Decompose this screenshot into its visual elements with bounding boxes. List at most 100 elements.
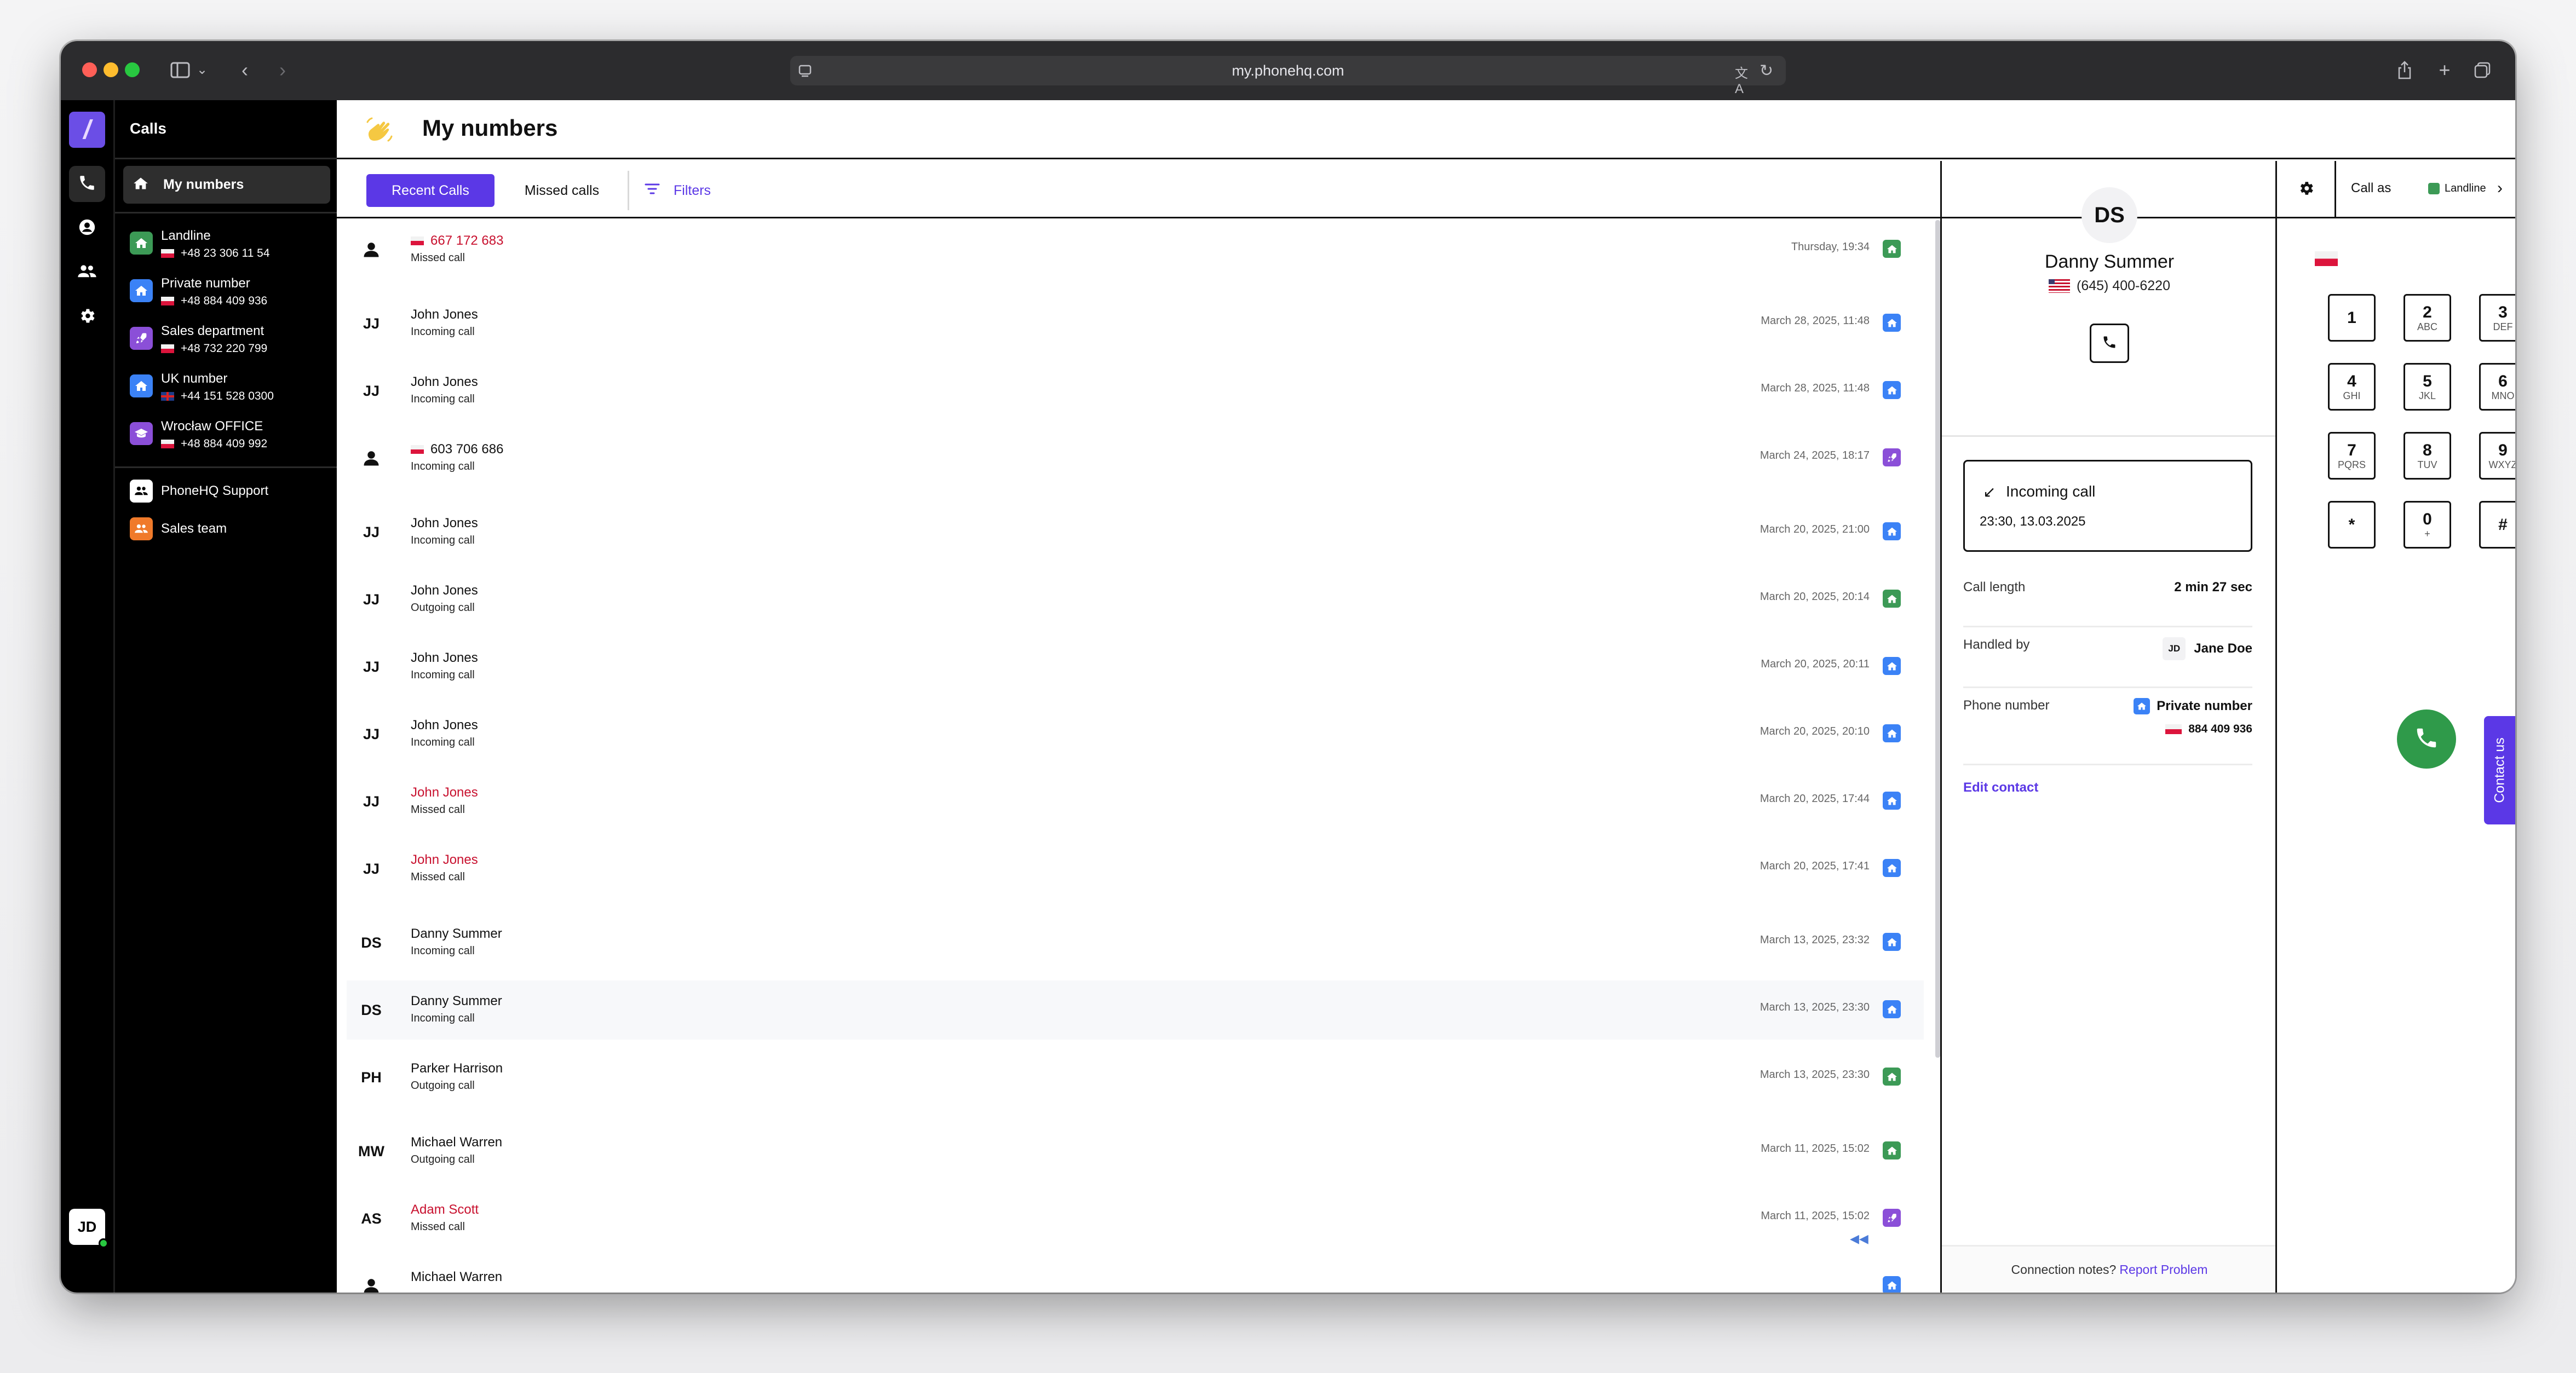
address-bar[interactable]: my.phonehq.com 文A ↻ [790,56,1786,96]
dial-key-digit: 6 [2498,372,2508,390]
home-icon [2134,698,2150,714]
call-list[interactable]: 667 172 683 Missed call Thursday, 19:34 JJ J… [337,220,1940,1293]
sidebar-number-landline[interactable]: Landline +48 23 306 11 54 [130,228,332,268]
dial-key[interactable]: 0 + [2404,501,2451,549]
dial-key[interactable]: 9 WXYZ [2479,432,2515,480]
forward-icon[interactable]: › [273,57,292,82]
dial-key[interactable]: 2 ABC [2404,294,2451,342]
caller-name: Michael Warren [411,1135,502,1150]
number-name: Wrocław OFFICE [161,419,263,434]
phonehq-logo[interactable]: / [69,112,105,148]
dial-key[interactable]: 1 [2328,294,2376,342]
call-row[interactable]: JJ John Jones Incoming call March 28, 2025,… [347,294,1924,353]
minimize-window-button[interactable] [104,62,118,77]
dial-key[interactable]: 5 JKL [2404,363,2451,411]
waving-hand-icon [363,113,396,146]
sidebar-toggle-icon[interactable] [168,57,192,82]
call-row[interactable]: DS Danny Summer Incoming call March 13, 202… [347,980,1924,1040]
caller-name-text: John Jones [411,650,478,665]
new-tab-icon[interactable]: + [2435,57,2454,82]
dial-call-button[interactable] [2397,709,2456,769]
contacts-nav-button[interactable] [69,210,105,246]
report-problem-link[interactable]: Report Problem [2119,1262,2207,1277]
dial-key[interactable]: 4 GHI [2328,363,2376,411]
call-row[interactable]: JJ John Jones Incoming call March 20, 2025,… [347,637,1924,696]
tab-overview-icon[interactable] [2473,57,2492,82]
dial-key[interactable]: 8 TUV [2404,432,2451,480]
translate-icon[interactable]: 文A [1735,62,1753,96]
call-row[interactable]: JJ John Jones Incoming call March 20, 2025,… [347,503,1924,562]
call-status: Incoming call [411,534,475,546]
settings-nav-button[interactable] [69,299,105,335]
incoming-arrow-icon: ↙ [1983,483,1996,500]
call-row[interactable]: JJ John Jones Incoming call March 28, 2025,… [347,361,1924,420]
dial-key[interactable]: 7 PQRS [2328,432,2376,480]
team-nav-button[interactable] [69,255,105,291]
tab-recent-calls[interactable]: Recent Calls [366,174,495,207]
sidebar-group-phonehq-support[interactable]: PhoneHQ Support [130,478,332,504]
call-row[interactable]: 667 172 683 Missed call Thursday, 19:34 [347,220,1924,279]
dialer-settings-button[interactable] [2277,161,2336,218]
voicemail-icon[interactable]: ◀◀ [1850,1232,1868,1245]
call-row[interactable]: JJ John Jones Missed call March 20, 2025, 1… [347,839,1924,898]
back-icon[interactable]: ‹ [235,57,255,82]
call-row[interactable]: AS Adam Scott Missed call March 11, 2025, 1… [347,1189,1924,1248]
contact-us-tab[interactable]: Contact us [2484,716,2515,824]
dial-key[interactable]: 6 MNO [2479,363,2515,411]
dial-key-digit: 9 [2498,441,2508,459]
call-row[interactable]: MW Michael Warren Outgoing call March 11, 2… [347,1122,1924,1181]
share-icon[interactable] [2395,57,2414,82]
call-status: Incoming call [411,945,475,957]
sidebar-number-wroclaw-office[interactable]: Wrocław OFFICE +48 884 409 992 [130,419,332,458]
chevron-right-icon[interactable]: › [2497,179,2503,198]
caller-name: Danny Summer [411,926,502,942]
call-status: Incoming call [411,326,475,338]
poland-flag-icon [161,297,174,305]
sidebar-group-sales-team[interactable]: Sales team [130,516,332,542]
handled-by-label: Handled by [1963,637,2030,652]
call-row[interactable]: JJ John Jones Missed call March 20, 2025, 1… [347,772,1924,831]
dial-key-digit: * [2348,515,2355,534]
rocket-icon [130,327,153,350]
sidebar-number-uk[interactable]: UK number +44 151 528 0300 [130,371,332,411]
calls-nav-button[interactable] [69,166,105,202]
contact-phone: (645) 400-6220 [1942,278,2277,294]
call-row[interactable]: DS Danny Summer Incoming call March 13, 202… [347,913,1924,972]
dialer-panel: Call as Landline › 1 2 ABC 3 DEF 4 GHI 5 JKL 6 MNO… [2275,161,2515,1293]
dial-key-digit: 5 [2423,372,2432,390]
home-icon [1883,314,1901,332]
sidebar-number-private[interactable]: Private number +48 884 409 936 [130,276,332,315]
dial-key[interactable]: * [2328,501,2376,549]
filters-button[interactable]: Filters [644,174,711,207]
call-list-scrollbar[interactable] [1935,220,1940,1058]
tab-missed-calls[interactable]: Missed calls [504,174,619,207]
home-icon [1883,859,1901,877]
call-as-select[interactable]: Landline [2445,182,2486,195]
call-row[interactable]: 603 706 686 Incoming call March 24, 2025, … [347,429,1924,488]
caller-name: Michael Warren [411,1270,502,1285]
dial-key[interactable]: # [2479,501,2515,549]
page-settings-icon[interactable] [797,62,813,79]
poland-flag-icon[interactable] [2315,251,2338,266]
call-contact-button[interactable] [2090,324,2129,363]
filter-icon [644,182,660,199]
call-row[interactable]: JJ John Jones Outgoing call March 20, 2025,… [347,570,1924,629]
maximize-window-button[interactable] [125,62,140,77]
call-row[interactable]: PH Parker Harrison Outgoing call March 13, … [347,1048,1924,1107]
sidebar-number-sales-department[interactable]: Sales department +48 732 220 799 [130,324,332,363]
call-row[interactable]: Michael Warren [347,1256,1924,1293]
sidebar-item-my-numbers[interactable]: My numbers [123,166,330,204]
close-window-button[interactable] [82,62,97,77]
call-row[interactable]: JJ John Jones Incoming call March 20, 2025,… [347,705,1924,764]
browser-chrome: ⌄ ‹ › my.phonehq.com 文A ↻ + [61,41,2515,100]
edit-contact-link[interactable]: Edit contact [1963,780,2038,795]
caller-initials: JJ [363,315,380,332]
chevron-down-icon[interactable]: ⌄ [196,57,209,82]
reload-icon[interactable]: ↻ [1760,61,1776,80]
dial-key[interactable]: 3 DEF [2479,294,2515,342]
group-icon [130,480,153,503]
caller-initials: JJ [363,725,380,742]
toolbar-divider [628,171,629,210]
contact-icon [78,218,96,239]
home-icon [1883,724,1901,742]
